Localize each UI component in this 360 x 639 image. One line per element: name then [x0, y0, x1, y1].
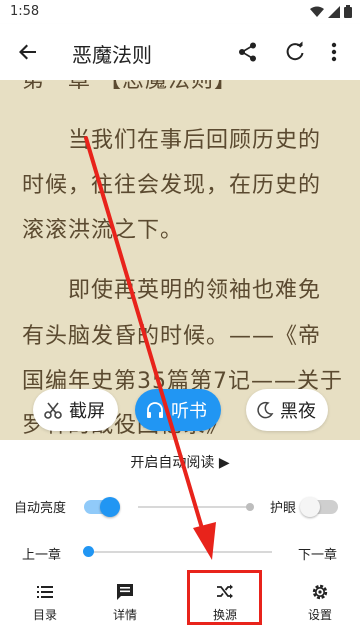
share-icon — [239, 42, 256, 62]
arrow-back-icon — [19, 44, 36, 60]
refresh-icon — [286, 41, 304, 61]
text-line: 有头脑发昏的时候。——《帝 — [22, 324, 322, 349]
status-bar: 1:58 — [0, 0, 360, 24]
chapter-title: 第一章 【恶魔法则】 — [22, 80, 237, 93]
auto-brightness-label: 自动亮度 — [14, 501, 67, 516]
headphones-icon — [147, 402, 163, 418]
nav-catalog[interactable]: 目录 — [0, 576, 90, 639]
nav-settings-label: 设置 — [307, 608, 332, 622]
nav-details-label: 详情 — [112, 608, 137, 622]
toggle-knob — [100, 497, 120, 517]
share-button[interactable] — [234, 38, 262, 66]
signal-icon — [328, 5, 340, 18]
night-mode-label: 黑夜 — [280, 401, 316, 422]
text-line: 时候，往往会发现，在历史的 — [22, 173, 322, 198]
gear-icon — [312, 584, 328, 600]
wifi-icon — [310, 6, 324, 17]
more-options-button[interactable] — [320, 38, 348, 66]
nav-settings[interactable]: 设置 — [275, 576, 360, 639]
reading-area[interactable]: 第一章 【恶魔法则】 当我们在事后回顾历史的 时候，往往会发现，在历史的 滚滚洪… — [0, 80, 360, 440]
text-line: 即使再英明的领袖也难免 — [22, 278, 322, 303]
back-button[interactable] — [14, 38, 42, 66]
status-icons — [310, 5, 352, 18]
listen-book-label: 听书 — [171, 401, 207, 422]
list-icon — [37, 586, 53, 598]
bottom-panel: 开启自动阅读 ▶ 自动亮度 护眼 上一章 下一章 目录 详情 换源 设置 — [0, 440, 360, 639]
nav-catalog-label: 目录 — [32, 608, 57, 622]
text-line: 滚滚洪流之下。 — [22, 218, 184, 243]
screenshot-button[interactable]: 截屏 — [33, 389, 118, 431]
chapter-progress-thumb[interactable] — [83, 546, 94, 557]
highlight-box — [187, 570, 262, 625]
toggle-knob — [300, 497, 320, 517]
night-mode-button[interactable]: 黑夜 — [246, 389, 328, 431]
refresh-button[interactable] — [281, 38, 309, 66]
comment-icon — [117, 584, 133, 600]
more-vertical-icon — [331, 42, 337, 62]
auto-brightness-toggle[interactable] — [82, 495, 122, 519]
status-time: 1:58 — [10, 4, 40, 19]
eye-care-label: 护眼 — [270, 501, 297, 516]
text-line: 当我们在事后回顾历史的 — [22, 128, 322, 153]
next-chapter-button[interactable]: 下一章 — [298, 544, 337, 563]
app-bar: 恶魔法则 — [0, 24, 360, 80]
eye-care-toggle[interactable] — [300, 495, 340, 519]
bottom-nav: 目录 详情 换源 设置 — [0, 576, 360, 639]
brightness-slider[interactable] — [138, 506, 248, 508]
prev-chapter-button[interactable]: 上一章 — [22, 544, 61, 563]
chapter-progress-slider[interactable] — [88, 551, 272, 553]
nav-details[interactable]: 详情 — [80, 576, 170, 639]
battery-icon — [344, 5, 352, 18]
screenshot-label: 截屏 — [69, 401, 105, 422]
moon-icon — [257, 401, 274, 419]
scissors-icon — [44, 402, 62, 419]
auto-read-button[interactable]: 开启自动阅读 ▶ — [0, 452, 360, 472]
listen-book-button[interactable]: 听书 — [135, 389, 221, 431]
brightness-slider-end — [246, 503, 254, 511]
page-title: 恶魔法则 — [72, 43, 152, 67]
